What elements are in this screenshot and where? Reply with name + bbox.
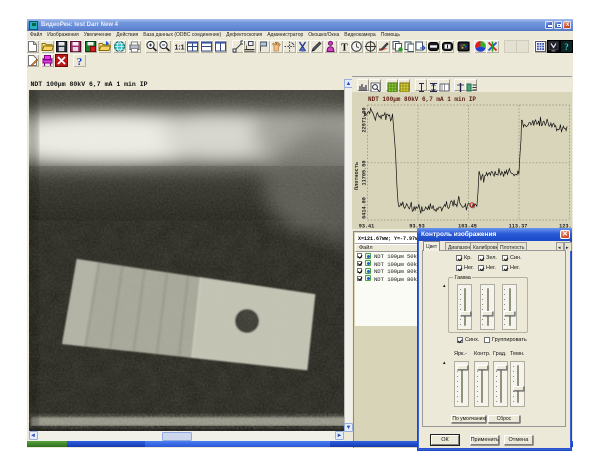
svg-text:6414.00: 6414.00 (362, 197, 368, 219)
svg-text:1:1: 1:1 (174, 45, 184, 52)
svg-text:T: T (341, 43, 348, 54)
svg-text:11705.50: 11705.50 (362, 161, 368, 186)
svg-text:22971.00: 22971.00 (362, 108, 368, 133)
svg-text:93.41: 93.41 (359, 224, 375, 230)
svg-text:NDT 100µm 80kV 6,7 mA 1 min IP: NDT 100µm 80kV 6,7 mA 1 min IP (368, 96, 476, 103)
svg-text:Плотность: Плотность (354, 162, 360, 190)
svg-text:?: ? (77, 56, 83, 67)
svg-text:?: ? (564, 42, 569, 52)
